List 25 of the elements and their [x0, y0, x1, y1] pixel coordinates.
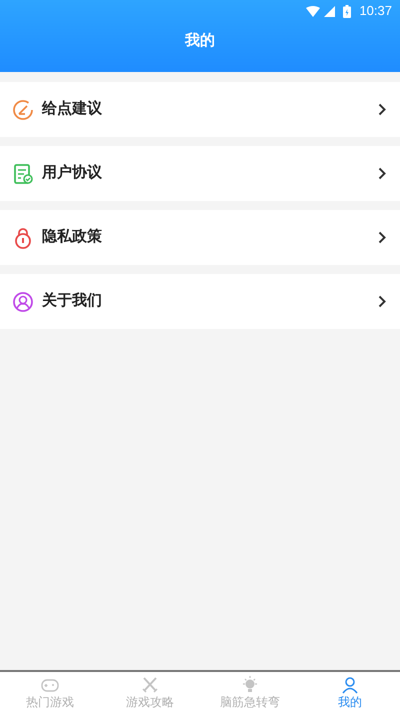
tab[interactable]: 我的: [300, 672, 400, 711]
menu-item[interactable]: 隐私政策: [0, 210, 400, 265]
battery-icon: [343, 4, 352, 18]
menu-label: 用户协议: [42, 163, 103, 184]
menu-item[interactable]: 用户协议: [0, 146, 400, 201]
status-time: 10:37: [359, 2, 392, 20]
chevron-right-icon: [378, 231, 386, 244]
crossed-swords-icon: [140, 674, 160, 694]
chevron-right-icon: [378, 103, 386, 116]
signal-icon: [324, 6, 336, 16]
menu-label: 隐私政策: [42, 227, 103, 248]
page-title: 我的: [185, 30, 215, 51]
lightbulb-icon: [240, 674, 260, 694]
pencil-circle-icon: [12, 98, 34, 120]
wifi-icon: [306, 6, 320, 16]
menu-item[interactable]: 给点建议: [0, 82, 400, 137]
chevron-right-icon: [378, 167, 386, 180]
document-check-icon: [12, 162, 34, 184]
menu-label: 关于我们: [42, 291, 103, 312]
padlock-icon: [12, 226, 34, 248]
person-icon: [340, 674, 360, 694]
chevron-right-icon: [378, 295, 386, 308]
people-circle-icon: [12, 290, 34, 312]
menu-item[interactable]: 关于我们: [0, 274, 400, 329]
menu-label: 给点建议: [42, 99, 103, 120]
